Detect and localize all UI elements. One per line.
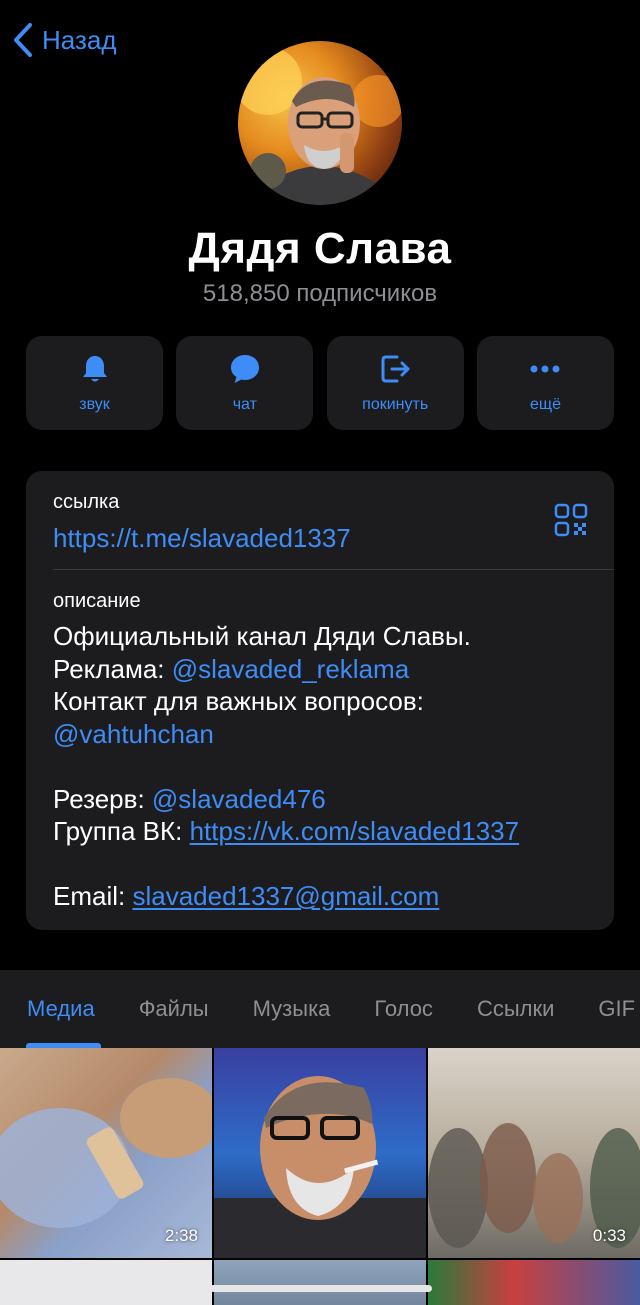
tab-files[interactable]: Файлы (139, 996, 209, 1022)
home-indicator[interactable] (210, 1285, 432, 1292)
media-tile[interactable]: 2:38 (0, 1048, 212, 1258)
bell-icon (82, 356, 107, 382)
chat-button[interactable]: чат (176, 336, 314, 430)
description-line: Официальный канал Дяди Славы. (53, 621, 471, 651)
mute-label: звук (79, 396, 110, 413)
leave-label: покинуть (362, 396, 429, 413)
channel-avatar[interactable] (238, 41, 402, 205)
contact-handle-link[interactable]: @vahtuhchan (53, 719, 214, 749)
email-prefix: Email: (53, 881, 133, 911)
media-tabs: Медиа Файлы Музыка Голос Ссылки GIF (27, 996, 640, 1022)
vk-prefix: Группа ВК: (53, 816, 190, 846)
action-bar: звук чат покинуть ещё (26, 336, 614, 430)
media-tile[interactable] (214, 1048, 426, 1258)
description-email-line: Email: slavaded1337@gmail.com (53, 880, 519, 913)
media-grid: 2:38 0:33 (0, 1048, 640, 1305)
mute-button[interactable]: звук (26, 336, 163, 430)
link-label: ссылка (53, 491, 120, 513)
tab-links[interactable]: Ссылки (477, 996, 554, 1022)
back-label: Назад (42, 24, 117, 55)
leave-button[interactable]: покинуть (326, 336, 464, 430)
media-tabs-bar: Медиа Файлы Музыка Голос Ссылки GIF (0, 970, 640, 1048)
avatar-portrait-image (238, 47, 402, 205)
reserve-handle-link[interactable]: @slavaded476 (152, 784, 326, 814)
chat-label: чат (232, 396, 257, 413)
description-contact-text: Контакт для важных вопросов: (53, 686, 424, 716)
chat-bubble-icon (230, 355, 259, 383)
tab-voice[interactable]: Голос (374, 996, 433, 1022)
media-tile[interactable]: 0:33 (428, 1048, 640, 1258)
info-divider (53, 569, 614, 570)
channel-link[interactable]: https://t.me/slavaded1337 (53, 523, 351, 554)
ads-prefix: Реклама: (53, 653, 172, 684)
media-tile[interactable] (0, 1260, 212, 1305)
email-link[interactable]: slavaded1337@gmail.com (132, 881, 439, 911)
chevron-left-icon (14, 23, 32, 57)
description-ads-line: Реклама: @slavaded_reklama (53, 653, 519, 686)
description-label: описание (53, 590, 141, 612)
more-button[interactable]: ещё (476, 336, 614, 430)
description-vk-line: Группа ВК: https://vk.com/slavaded1337 (53, 815, 519, 848)
media-tile[interactable] (214, 1260, 426, 1305)
tab-media[interactable]: Медиа (27, 996, 95, 1022)
description-reserve-line: Резерв: @slavaded476 (53, 783, 519, 816)
more-label: ещё (530, 396, 561, 413)
qr-code-icon[interactable] (554, 503, 588, 537)
channel-description: Официальный канал Дяди Славы. Реклама: @… (53, 620, 519, 913)
more-dots-icon (530, 365, 560, 373)
channel-name: Дядя Слава (188, 224, 452, 273)
reserve-prefix: Резерв: (53, 783, 152, 814)
video-duration: 0:33 (592, 1226, 626, 1245)
tab-music[interactable]: Музыка (253, 996, 331, 1022)
vk-link[interactable]: https://vk.com/slavaded1337 (190, 816, 520, 846)
leave-icon (381, 355, 410, 383)
ads-handle-link[interactable]: @slavaded_reklama (172, 654, 409, 684)
tab-gif[interactable]: GIF (598, 996, 635, 1022)
subscriber-count: 518,850 подписчиков (202, 280, 438, 307)
back-button[interactable]: Назад (12, 22, 117, 58)
media-thumbnail (214, 1076, 426, 1258)
channel-info-card: ссылка https://t.me/slavaded1337 описани… (26, 471, 614, 930)
media-tile[interactable] (428, 1260, 640, 1305)
video-duration: 2:38 (164, 1226, 198, 1245)
